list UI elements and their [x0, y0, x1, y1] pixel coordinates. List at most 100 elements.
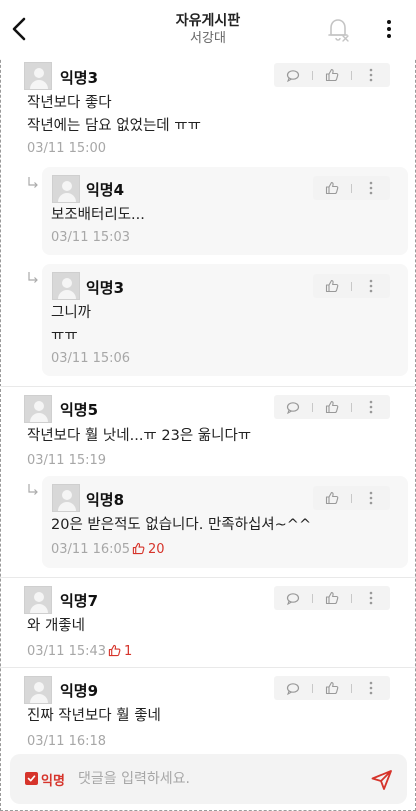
comment-text: 20은 받은적도 없습니다. 만족하십셔~^^	[51, 517, 312, 533]
like-button[interactable]	[313, 63, 351, 87]
comment-author: 익명5	[60, 401, 99, 419]
vertical-dots-icon	[369, 279, 373, 293]
like-button[interactable]	[313, 586, 351, 610]
like-button[interactable]	[313, 274, 351, 298]
vertical-dots-icon	[387, 20, 391, 38]
more-options-button[interactable]	[380, 16, 398, 42]
avatar	[24, 586, 52, 614]
speech-bubble-icon	[286, 592, 300, 605]
comment-more-button[interactable]	[352, 176, 390, 200]
school-name: 서강대	[190, 31, 226, 46]
vertical-dots-icon	[369, 681, 373, 695]
comment-actions	[274, 395, 390, 419]
avatar	[24, 62, 52, 90]
comment-item: 익명3 작년보다 좋다 작년에는 담요 없었는데 ㅠㅠ 03/11 15:00	[0, 58, 416, 166]
comment-item: 익명9 진짜 작년보다 훨 좋네 03/11 16:18	[0, 667, 416, 757]
like-count: 20	[132, 542, 165, 557]
comment-text: 작년보다 좋다 작년에는 담요 없었는데 ㅠㅠ	[27, 95, 201, 134]
reply-button[interactable]	[274, 586, 312, 610]
comment-author: 익명8	[86, 491, 125, 509]
like-button[interactable]	[313, 486, 351, 510]
comment-input[interactable]	[78, 766, 358, 792]
comment-time: 03/11 15:00	[27, 141, 107, 156]
like-count: 1	[108, 644, 132, 659]
vertical-dots-icon	[369, 400, 373, 414]
comment-text: 와 개좋네	[27, 618, 85, 634]
comment-more-button[interactable]	[352, 63, 390, 87]
reply-arrow-icon	[28, 177, 38, 188]
comment-more-button[interactable]	[352, 486, 390, 510]
like-button[interactable]	[313, 395, 351, 419]
avatar	[52, 175, 80, 203]
avatar	[52, 272, 80, 300]
notification-toggle[interactable]	[326, 17, 350, 43]
reply-button[interactable]	[274, 395, 312, 419]
comment-more-button[interactable]	[352, 395, 390, 419]
comment-author: 익명9	[60, 682, 99, 700]
comment-time: 03/11 15:03	[51, 230, 131, 245]
comment-actions	[274, 63, 390, 87]
bell-off-icon	[328, 19, 349, 42]
reply-item: 익명3 그니까 ㅠㅠ 03/11 15:06	[42, 264, 408, 376]
comment-more-button[interactable]	[352, 586, 390, 610]
thumbs-up-icon	[325, 681, 339, 695]
thumbs-up-icon	[325, 591, 339, 605]
comment-item: 익명7 와 개좋네 03/11 15:43 1	[0, 577, 416, 667]
paper-plane-icon	[371, 770, 392, 790]
comment-actions	[313, 486, 390, 510]
comment-time: 03/11 15:19	[27, 453, 107, 468]
comment-text: 진짜 작년보다 훨 좋네	[27, 708, 161, 724]
comment-time: 03/11 15:43	[27, 644, 107, 659]
board-title: 자유게시판	[175, 13, 241, 29]
reply-item: 익명8 20은 받은적도 없습니다. 만족하십셔~^^ 03/11 16:05 …	[42, 476, 408, 568]
like-count-value: 20	[148, 542, 165, 557]
like-button[interactable]	[313, 676, 351, 700]
vertical-dots-icon	[369, 68, 373, 82]
comment-text: 보조배터리도...	[51, 207, 145, 223]
avatar	[24, 676, 52, 704]
thumbs-up-icon	[325, 279, 339, 293]
thumbs-up-icon	[132, 542, 145, 555]
thumbs-up-icon	[325, 68, 339, 82]
avatar	[24, 395, 52, 423]
comment-author: 익명4	[86, 181, 125, 199]
thumbs-up-icon	[325, 400, 339, 414]
reply-arrow-icon	[28, 272, 38, 283]
anonymous-checkbox[interactable]	[25, 772, 38, 785]
speech-bubble-icon	[286, 682, 300, 695]
comment-actions	[313, 176, 390, 200]
reply-arrow-icon	[28, 484, 38, 495]
vertical-dots-icon	[369, 491, 373, 505]
anonymous-label[interactable]: 익명	[41, 770, 65, 789]
comment-more-button[interactable]	[352, 676, 390, 700]
checkmark-icon	[27, 775, 36, 782]
comment-author: 익명7	[60, 592, 99, 610]
thumbs-up-icon	[325, 181, 339, 195]
app-header: 자유게시판 서강대	[0, 0, 416, 58]
comment-time: 03/11 16:05	[51, 542, 131, 557]
reply-button[interactable]	[274, 63, 312, 87]
comment-author: 익명3	[86, 279, 125, 297]
comment-actions	[274, 676, 390, 700]
comment-author: 익명3	[60, 69, 99, 87]
comment-more-button[interactable]	[352, 274, 390, 298]
comment-time: 03/11 15:06	[51, 351, 131, 366]
vertical-dots-icon	[369, 591, 373, 605]
send-button[interactable]	[370, 768, 394, 792]
reply-item: 익명4 보조배터리도... 03/11 15:03	[42, 167, 408, 255]
comment-item: 익명5 작년보다 훨 낫네...ㅠ 23은 욺니다ㅠ 03/11 15:19	[0, 386, 416, 476]
comment-time: 03/11 16:18	[27, 734, 107, 749]
speech-bubble-icon	[286, 401, 300, 414]
speech-bubble-icon	[286, 69, 300, 82]
comment-text: 작년보다 훨 낫네...ㅠ 23은 욺니다ㅠ	[27, 428, 252, 444]
reply-button[interactable]	[274, 676, 312, 700]
like-count-value: 1	[124, 644, 133, 659]
comment-actions	[274, 586, 390, 610]
avatar	[52, 484, 80, 512]
header-titles: 자유게시판 서강대	[0, 12, 416, 48]
comment-text: 그니까 ㅠㅠ	[51, 305, 92, 344]
like-button[interactable]	[313, 176, 351, 200]
comment-actions	[313, 274, 390, 298]
vertical-dots-icon	[369, 181, 373, 195]
thumbs-up-icon	[325, 491, 339, 505]
